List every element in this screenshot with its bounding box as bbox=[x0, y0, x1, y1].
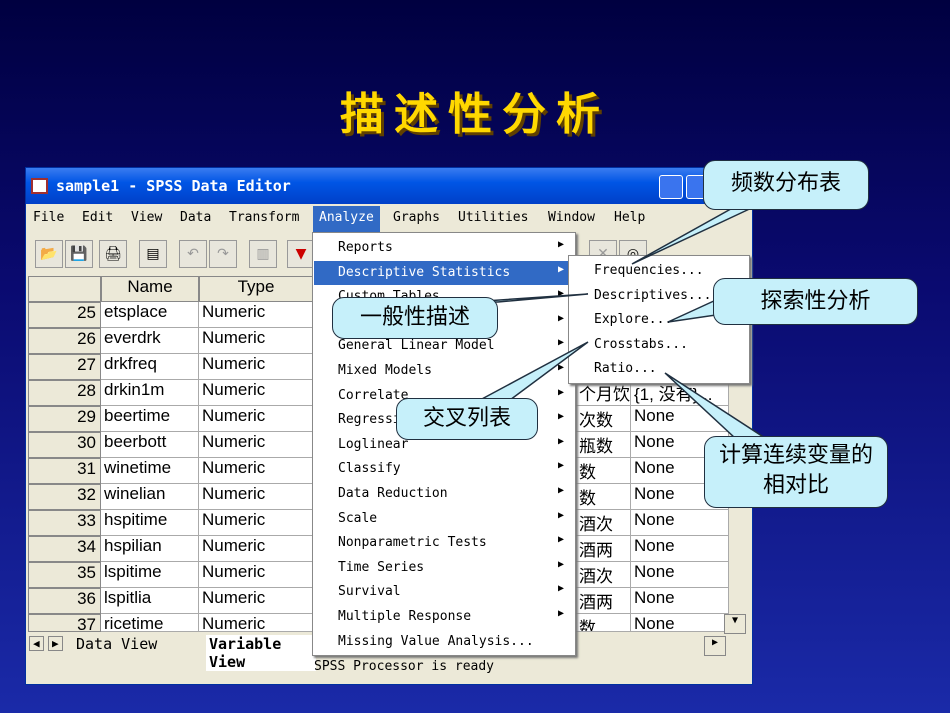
callout-crosstabs: 交叉列表 bbox=[396, 398, 538, 440]
pointer-explore bbox=[667, 298, 717, 323]
callout-exploratory-analysis: 探索性分析 bbox=[713, 278, 918, 325]
pointer-cross bbox=[479, 341, 589, 401]
callout-frequency-table: 频数分布表 bbox=[703, 160, 869, 210]
callout-ratio: 计算连续变量的相对比 bbox=[704, 436, 888, 508]
callout-general-description: 一般性描述 bbox=[332, 297, 498, 339]
pointer-ratio bbox=[664, 372, 768, 439]
pointer-freq bbox=[631, 204, 759, 265]
callout-pointers bbox=[469, 204, 768, 439]
